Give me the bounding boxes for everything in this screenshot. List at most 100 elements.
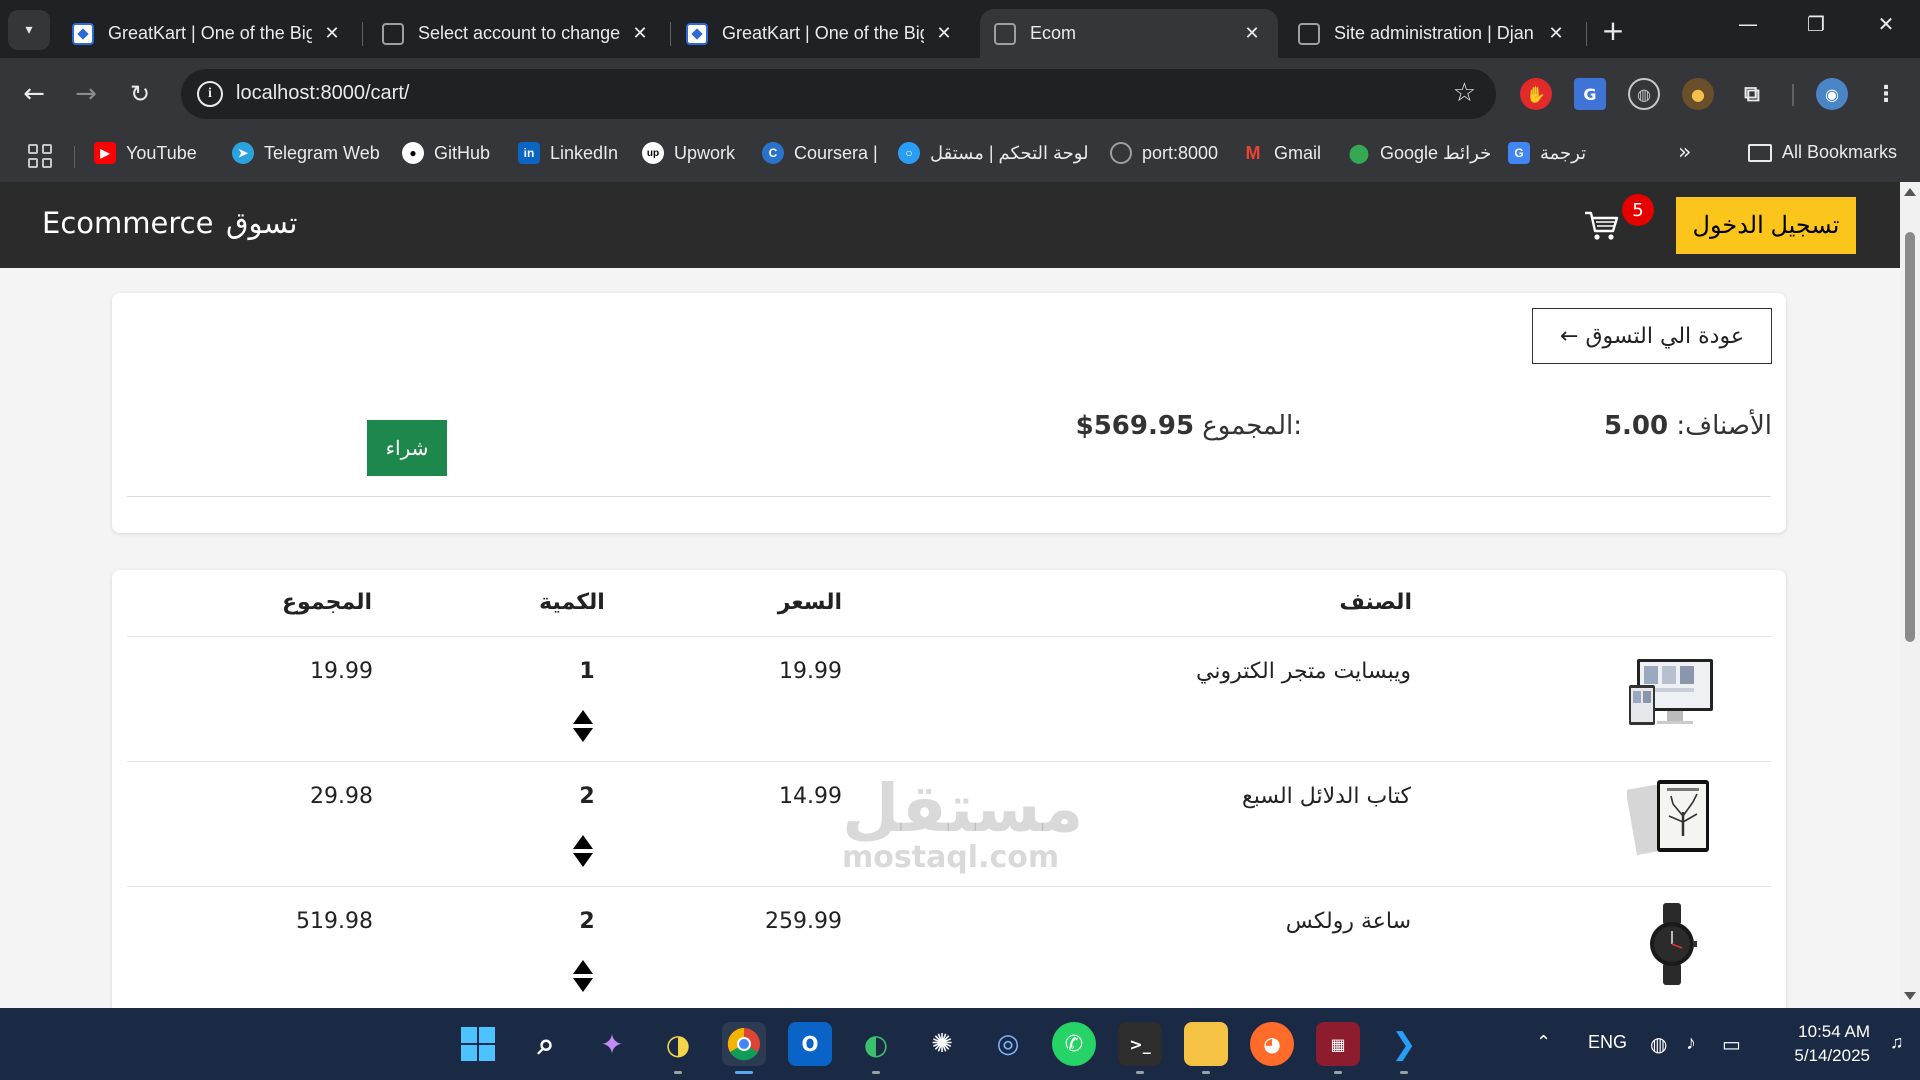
- site-info-icon[interactable]: i: [197, 81, 223, 107]
- reload-icon[interactable]: ↻: [120, 74, 160, 114]
- quantity-stepper: [573, 710, 595, 742]
- close-icon[interactable]: ✕: [932, 23, 956, 44]
- close-icon[interactable]: ✕: [320, 23, 344, 44]
- checkout-button[interactable]: شراء: [367, 420, 447, 476]
- bookmarks-bar: ▶ YouTube ➤ Telegram Web ● GitHub in LinkedI…: [0, 130, 1920, 182]
- notification-bell-icon[interactable]: ♫: [1890, 1032, 1904, 1053]
- globe-icon: [1298, 22, 1320, 45]
- more-bookmarks-icon[interactable]: »: [1678, 140, 1691, 165]
- system-clock[interactable]: 10:54 AM 5/14/2025: [1766, 1020, 1870, 1068]
- apps-grid-icon[interactable]: [28, 144, 52, 168]
- tab-strip: ▾ GreatKart | One of the Bigg ✕ Select a…: [0, 0, 1920, 58]
- volume-icon[interactable]: ♪: [1686, 1032, 1696, 1055]
- bookmark-label: YouTube: [126, 142, 197, 163]
- all-bookmarks-folder[interactable]: All Bookmarks: [1748, 142, 1897, 163]
- bookmark-mostaql[interactable]: ○ لوحة التحكم | مستقل: [898, 142, 1089, 164]
- edge-icon[interactable]: ◐: [854, 1022, 898, 1074]
- bookmark-coursera[interactable]: C Coursera |: [762, 142, 878, 164]
- tab-greatkart-2[interactable]: GreatKart | One of the Bigg ✕: [672, 9, 970, 58]
- items-value: 5.00: [1603, 411, 1669, 441]
- adblock-extension-icon[interactable]: ✋: [1520, 78, 1552, 110]
- tab-greatkart-1[interactable]: GreatKart | One of the Bigg ✕: [58, 9, 358, 58]
- battery-icon[interactable]: ▭: [1722, 1032, 1741, 1057]
- item-name: ويبسايت متجر الكتروني: [1195, 659, 1411, 684]
- bookmark-label: لوحة التحكم | مستقل: [930, 142, 1089, 163]
- login-button[interactable]: تسجيل الدخول: [1676, 197, 1856, 254]
- increase-quantity-icon[interactable]: [573, 835, 593, 849]
- back-arrow-icon[interactable]: ←: [14, 74, 54, 114]
- outlook-icon[interactable]: O: [788, 1022, 832, 1066]
- item-quantity: 2: [579, 784, 595, 809]
- decrease-quantity-icon[interactable]: [573, 728, 593, 742]
- new-tab-button[interactable]: +: [1596, 14, 1630, 47]
- bookmark-linkedin[interactable]: in LinkedIn: [518, 142, 618, 164]
- cart-icon[interactable]: [1584, 210, 1620, 242]
- file-explorer-icon[interactable]: [1184, 1022, 1228, 1074]
- app-icon[interactable]: ✺: [920, 1022, 964, 1066]
- restore-icon[interactable]: ❐: [1796, 12, 1836, 36]
- bookmark-upwork[interactable]: up Upwork: [642, 142, 735, 164]
- forward-arrow-icon[interactable]: →: [66, 74, 106, 114]
- bookmark-port8000[interactable]: port:8000: [1110, 142, 1218, 164]
- upwork-icon: up: [642, 142, 664, 164]
- more-vert-icon[interactable]: ⋮: [1870, 78, 1902, 110]
- globe-icon: [382, 22, 404, 45]
- bookmark-label: Telegram Web: [264, 142, 380, 163]
- tab-search-button[interactable]: ▾: [8, 10, 50, 50]
- tab-site-administration[interactable]: Site administration | Djan ✕: [1284, 9, 1582, 58]
- bookmark-telegram[interactable]: ➤ Telegram Web: [232, 142, 380, 164]
- increase-quantity-icon[interactable]: [573, 960, 593, 974]
- quantity-stepper: [573, 960, 595, 992]
- bookmark-google-maps[interactable]: ⬤ Google خرائط: [1348, 142, 1491, 164]
- tab-title: Select account to change: [418, 23, 620, 43]
- greatkart-icon: [72, 22, 94, 45]
- close-icon[interactable]: ✕: [1544, 23, 1568, 44]
- bookmark-youtube[interactable]: ▶ YouTube: [94, 142, 197, 164]
- chevron-down-icon: ▾: [25, 22, 33, 38]
- brand-link[interactable]: Ecommerce: [42, 206, 213, 240]
- site-navbar: Ecommerce تسوق 5 تسجيل الدخول: [0, 182, 1900, 268]
- page-scrollbar[interactable]: [1900, 182, 1920, 1008]
- vscode-icon[interactable]: ❯: [1382, 1022, 1426, 1074]
- minimize-icon[interactable]: —: [1728, 12, 1768, 36]
- tab-ecom[interactable]: Ecom ✕: [980, 9, 1278, 58]
- scroll-down-arrow-icon[interactable]: [1904, 992, 1916, 1000]
- widgets-icon[interactable]: ◑: [656, 1022, 700, 1074]
- tab-select-account[interactable]: Select account to change ✕: [368, 9, 666, 58]
- bookmark-translate[interactable]: G ترجمة: [1508, 142, 1586, 164]
- continue-shopping-button[interactable]: ← عودة الي التسوق: [1532, 308, 1772, 364]
- firefox-icon[interactable]: ◕: [1250, 1022, 1294, 1066]
- bookmark-gmail[interactable]: M Gmail: [1242, 142, 1322, 164]
- profile-avatar[interactable]: ◉: [1816, 78, 1848, 110]
- winrar-icon[interactable]: ▦: [1316, 1022, 1360, 1074]
- whatsapp-icon[interactable]: ✆: [1052, 1022, 1096, 1066]
- star-icon[interactable]: ☆: [1453, 78, 1476, 108]
- copilot-icon[interactable]: ✦: [590, 1022, 634, 1066]
- url-text[interactable]: localhost:8000/cart/: [236, 82, 409, 105]
- search-icon[interactable]: ⌕: [524, 1022, 568, 1066]
- network-icon[interactable]: ◍: [1650, 1032, 1667, 1057]
- address-bar[interactable]: i localhost:8000/cart/ ☆: [181, 69, 1496, 119]
- close-icon[interactable]: ✕: [628, 23, 652, 44]
- terminal-icon[interactable]: >_: [1118, 1022, 1162, 1074]
- shop-nav-link[interactable]: تسوق: [226, 206, 297, 240]
- bookmark-label: Gmail: [1274, 142, 1322, 163]
- extensions-puzzle-icon[interactable]: ⧉: [1736, 78, 1768, 110]
- scroll-up-arrow-icon[interactable]: [1904, 188, 1916, 196]
- app-icon-2[interactable]: ◎: [986, 1022, 1030, 1066]
- increase-quantity-icon[interactable]: [573, 710, 593, 724]
- language-indicator[interactable]: ENG: [1588, 1032, 1627, 1053]
- bookmark-github[interactable]: ● GitHub: [402, 142, 490, 164]
- decrease-quantity-icon[interactable]: [573, 853, 593, 867]
- item-quantity: 2: [579, 909, 595, 934]
- chevron-up-icon[interactable]: ⌃: [1536, 1032, 1551, 1053]
- spy-extension-icon[interactable]: ●: [1682, 78, 1714, 110]
- decrease-quantity-icon[interactable]: [573, 978, 593, 992]
- close-icon[interactable]: ✕: [1240, 23, 1264, 44]
- window-close-icon[interactable]: ✕: [1866, 12, 1906, 36]
- globe-extension-icon[interactable]: ◍: [1628, 78, 1660, 110]
- translate-extension-icon[interactable]: G: [1574, 78, 1606, 110]
- chrome-taskbar-icon[interactable]: [722, 1022, 766, 1074]
- scrollbar-thumb[interactable]: [1905, 232, 1915, 642]
- windows-start-icon[interactable]: [456, 1022, 500, 1066]
